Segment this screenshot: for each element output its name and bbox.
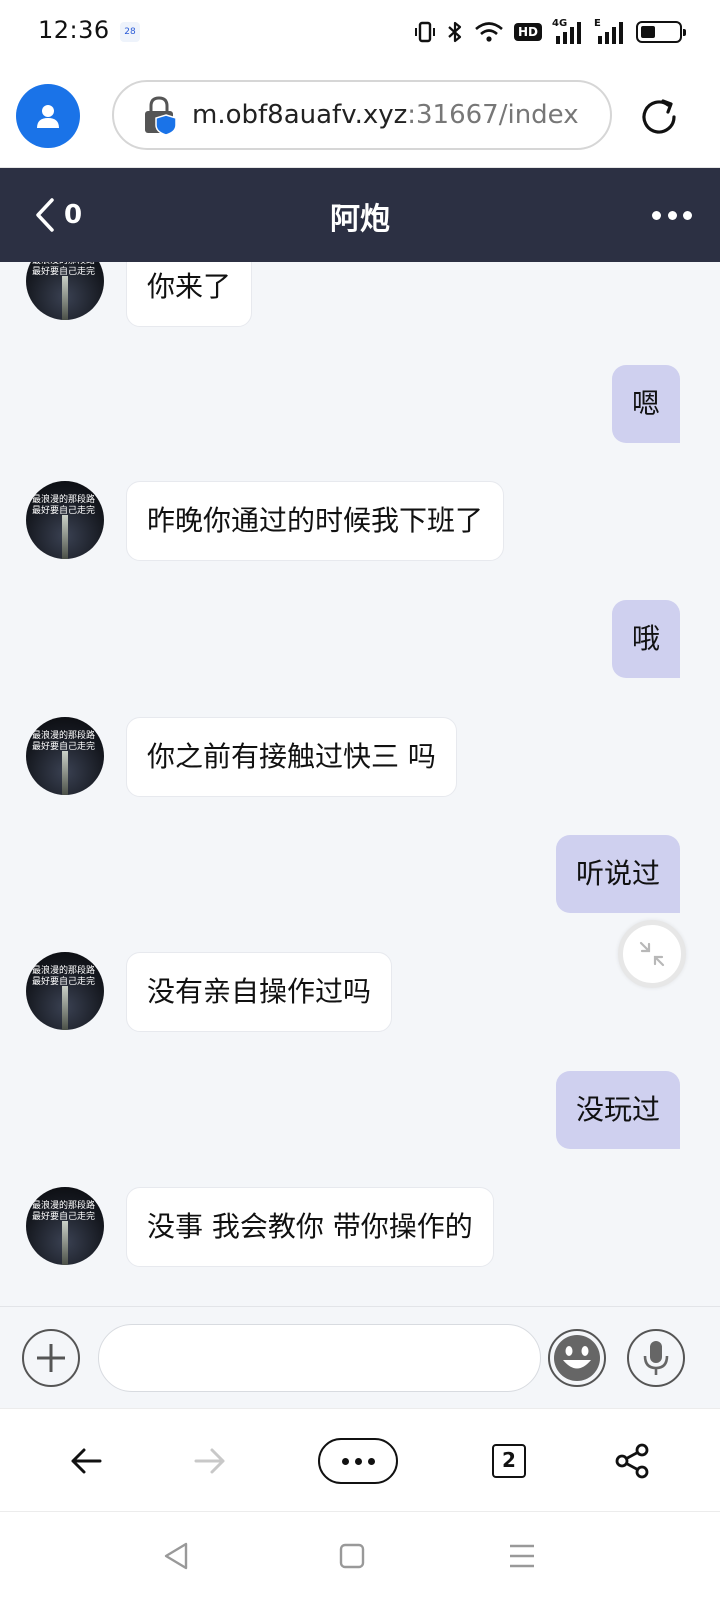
arrow-left-icon (71, 1448, 102, 1474)
refresh-icon (642, 99, 676, 134)
menu-lines-icon (510, 1544, 534, 1568)
message-bubble: 听说过 (555, 835, 680, 913)
url-path: :31667/index (407, 100, 579, 130)
bluetooth-icon (446, 19, 464, 45)
chat-header: 0 阿炮 (0, 168, 720, 262)
more-dots-icon (318, 1438, 398, 1484)
browser-forward-button[interactable] (190, 1435, 230, 1487)
message-outgoing: 嗯 (611, 365, 680, 443)
microphone-icon (643, 1341, 669, 1375)
battery-icon (636, 19, 686, 45)
message-list: 最浪漫的那段路 最好要自己走完 你来了 嗯 最浪漫的那段路 最好要自己走完 昨晚… (0, 262, 720, 1306)
battery-fill (641, 26, 656, 38)
contact-avatar[interactable]: 最浪漫的那段路 最好要自己走完 (26, 481, 104, 559)
browser-menu-button[interactable] (318, 1435, 398, 1487)
wifi-icon (474, 19, 504, 45)
browser-bottom-nav: 2 (0, 1408, 720, 1512)
contact-avatar[interactable]: 最浪漫的那段路 最好要自己走完 (26, 1187, 104, 1265)
message-bubble: 没有亲自操作过吗 (126, 952, 393, 1032)
message-input-bar (0, 1306, 720, 1408)
message-outgoing: 哦 (611, 600, 680, 678)
browser-address-bar: m.obf8auafv.xyz:31667/index (0, 64, 720, 168)
url-host: m.obf8auafv.xyz (192, 100, 408, 130)
battery-outline (636, 21, 686, 43)
notification-badge: 28 (120, 22, 140, 42)
system-navigation-bar (0, 1512, 720, 1600)
profile-icon (37, 105, 59, 128)
hd-icon: HD (513, 19, 542, 45)
system-back-button[interactable] (160, 1540, 192, 1572)
contact-avatar[interactable]: 最浪漫的那段路 最好要自己走完 (26, 952, 104, 1030)
refresh-button[interactable] (638, 96, 680, 138)
message-bubble: 没玩过 (555, 1071, 680, 1149)
signal-e-icon: E (594, 19, 626, 45)
message-outgoing: 听说过 (555, 835, 680, 913)
message-bubble: 没事 我会教你 带你操作的 (126, 1187, 494, 1267)
message-input[interactable] (98, 1324, 541, 1392)
chat-title: 阿炮 (330, 202, 390, 237)
status-time: 12:36 (38, 16, 110, 44)
share-icon (615, 1443, 649, 1479)
message-incoming: 最浪漫的那段路 最好要自己走完 你之前有接触过快三 吗 (26, 717, 457, 797)
message-bubble: 嗯 (611, 365, 680, 443)
add-button[interactable] (22, 1329, 80, 1387)
url-field[interactable]: m.obf8auafv.xyz:31667/index (112, 80, 612, 150)
triangle-back-icon (164, 1542, 188, 1570)
tabs-count: 2 (492, 1444, 526, 1478)
tabs-button[interactable]: 2 (489, 1435, 529, 1487)
minimize-icon (639, 941, 665, 967)
message-bubble: 哦 (611, 600, 680, 678)
message-bubble: 你之前有接触过快三 吗 (126, 717, 457, 797)
more-dots-icon[interactable] (652, 200, 692, 230)
arrow-right-icon (194, 1448, 225, 1474)
vibrate-icon (414, 19, 436, 45)
system-home-button[interactable] (336, 1540, 368, 1572)
profile-button[interactable] (16, 84, 80, 148)
contact-avatar[interactable]: 最浪漫的那段路 最好要自己走完 (26, 262, 104, 320)
share-button[interactable] (612, 1435, 652, 1487)
message-bubble: 昨晚你通过的时候我下班了 (126, 481, 505, 561)
browser-back-button[interactable] (66, 1435, 106, 1487)
message-incoming: 最浪漫的那段路 最好要自己走完 昨晚你通过的时候我下班了 (26, 481, 505, 561)
status-bar: 12:36 28 HD 4G E (0, 0, 720, 64)
plus-icon (37, 1344, 65, 1372)
message-incoming: 最浪漫的那段路 最好要自己走完 你来了 (26, 262, 253, 327)
emoji-icon (554, 1335, 600, 1381)
message-incoming: 最浪漫的那段路 最好要自己走完 没有亲自操作过吗 (26, 952, 393, 1032)
system-recents-button[interactable] (506, 1540, 538, 1572)
emoji-button[interactable] (548, 1329, 606, 1387)
signal-4g-icon: 4G (552, 19, 584, 45)
status-icons: HD 4G E (414, 18, 686, 46)
square-home-icon (339, 1543, 365, 1569)
message-incoming: 最浪漫的那段路 最好要自己走完 没事 我会教你 带你操作的 (26, 1187, 494, 1267)
message-outgoing: 没玩过 (555, 1071, 680, 1149)
contact-avatar[interactable]: 最浪漫的那段路 最好要自己走完 (26, 717, 104, 795)
voice-button[interactable] (627, 1329, 685, 1387)
url-text: m.obf8auafv.xyz:31667/index (192, 100, 579, 130)
minimize-float-button[interactable] (618, 920, 686, 988)
lock-shield-icon (142, 95, 180, 136)
message-bubble: 你来了 (126, 262, 253, 327)
